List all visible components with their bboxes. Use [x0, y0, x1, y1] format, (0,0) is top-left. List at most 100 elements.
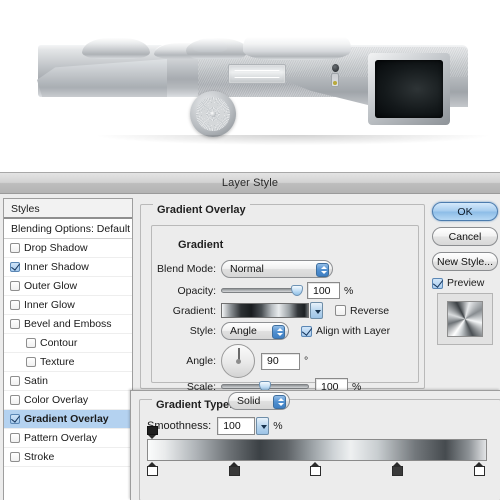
sidebar-item-texture[interactable]: Texture [4, 353, 132, 372]
slider-track [221, 288, 301, 293]
checkbox-align-with-layer[interactable] [301, 325, 312, 337]
camera-led-indicator [331, 73, 339, 87]
gradient-editor-panel: Gradient Type: Solid Smoothness: 100 % [130, 390, 500, 500]
sidebar-item-label: Outer Glow [24, 279, 78, 292]
blend-mode-value: Normal [230, 263, 264, 275]
stop-swatch [474, 466, 485, 476]
camera-shutter-center [210, 111, 216, 117]
color-stop[interactable] [147, 462, 158, 476]
checkbox-color-overlay[interactable] [10, 395, 20, 405]
gradient-picker-button[interactable] [310, 302, 323, 319]
checkbox-bevel-and-emboss[interactable] [10, 319, 20, 329]
sidebar-item-label: Satin [24, 374, 48, 387]
dialog-body: Styles Blending Options: Default Drop Sh… [0, 194, 500, 500]
angle-value: 90 [267, 355, 279, 367]
stop-swatch [392, 466, 403, 476]
angle-row: Angle: 90 ° [150, 344, 350, 378]
stop-swatch [147, 426, 158, 435]
sidebar-item-label: Pattern Overlay [24, 431, 97, 444]
dialog-titlebar[interactable]: Layer Style [0, 173, 500, 194]
updown-arrows-icon[interactable] [273, 395, 286, 409]
camera-engraved-panel [228, 64, 286, 84]
sidebar-item-contour[interactable]: Contour [4, 334, 132, 353]
opacity-input[interactable]: 100 [307, 282, 340, 299]
color-stop[interactable] [392, 462, 403, 476]
checkbox-outer-glow[interactable] [10, 281, 20, 291]
reverse-checkbox-group[interactable]: Reverse [335, 305, 389, 317]
styles-header: Styles [4, 199, 132, 219]
gradient-type-label: Gradient Type: [152, 399, 237, 411]
sidebar-item-pattern-overlay[interactable]: Pattern Overlay [4, 429, 132, 448]
style-select[interactable]: Angle [221, 322, 289, 340]
sidebar-item-gradient-overlay[interactable]: Gradient Overlay [4, 410, 132, 429]
sidebar-item-label: Inner Shadow [24, 260, 89, 273]
sidebar-item-drop-shadow[interactable]: Drop Shadow [4, 239, 132, 258]
checkbox-reverse[interactable] [335, 305, 346, 316]
blend-mode-select[interactable]: Normal [221, 260, 333, 278]
color-stop[interactable] [229, 462, 240, 476]
smoothness-dropdown-button[interactable] [256, 417, 270, 435]
sidebar-item-label: Inner Glow [24, 298, 75, 311]
slider-knob[interactable] [291, 284, 303, 296]
color-stop[interactable] [474, 462, 485, 476]
camera-port-hole [332, 64, 339, 72]
sidebar-item-inner-glow[interactable]: Inner Glow [4, 296, 132, 315]
opacity-stop[interactable] [147, 426, 158, 439]
checkbox-pattern-overlay[interactable] [10, 433, 20, 443]
checkbox-inner-shadow[interactable] [10, 262, 20, 272]
gradient-ramp[interactable] [147, 439, 487, 461]
checkbox-inner-glow[interactable] [10, 300, 20, 310]
style-label: Style: [189, 325, 216, 337]
angle-dial[interactable] [221, 344, 255, 378]
opacity-slider[interactable] [221, 284, 303, 298]
camera-drop-shadow [98, 135, 488, 145]
sidebar-item-stroke[interactable]: Stroke [4, 448, 132, 467]
gradient-type-select[interactable]: Solid [228, 392, 290, 410]
updown-arrows-icon[interactable] [316, 263, 329, 277]
sidebar-item-label: Bevel and Emboss [24, 317, 112, 330]
preview-label: Preview [447, 277, 485, 289]
sidebar-item-satin[interactable]: Satin [4, 372, 132, 391]
sidebar-item-label: Texture [40, 355, 75, 368]
gradient-type-value: Solid [237, 395, 261, 407]
sidebar-item-label: Drop Shadow [24, 241, 88, 254]
gradient-ramp-editor[interactable] [147, 426, 487, 476]
sidebar-item-bevel-and-emboss[interactable]: Bevel and Emboss [4, 315, 132, 334]
sidebar-item-outer-glow[interactable]: Outer Glow [4, 277, 132, 296]
sidebar-item-label: Color Overlay [24, 393, 89, 406]
smoothness-value: 100 [223, 420, 241, 432]
align-with-layer-group[interactable]: Align with Layer [301, 325, 390, 337]
preview-checkbox-group[interactable]: Preview [432, 277, 498, 289]
checkbox-satin[interactable] [10, 376, 20, 386]
color-stop[interactable] [310, 462, 321, 476]
angle-input[interactable]: 90 [261, 352, 300, 370]
checkbox-stroke[interactable] [10, 452, 20, 462]
checkbox-texture[interactable] [26, 357, 36, 367]
new-style-button[interactable]: New Style... [432, 252, 498, 271]
reverse-label: Reverse [350, 304, 390, 317]
opacity-unit: % [344, 284, 354, 297]
stop-swatch [147, 466, 158, 476]
gradient-preview-swatch[interactable] [221, 303, 309, 318]
blend-mode-row: Blend Mode: Normal [150, 260, 350, 278]
sidebar-item-label: Stroke [24, 450, 55, 463]
ok-button[interactable]: OK [432, 202, 498, 221]
gradient-type-row: Solid [228, 392, 290, 410]
checkbox-preview[interactable] [432, 277, 443, 289]
dialog-buttons: OK Cancel New Style... Preview [432, 202, 498, 345]
updown-arrows-icon[interactable] [272, 325, 285, 339]
preview-thumbnail-box [437, 293, 493, 345]
smoothness-input[interactable]: 100 [217, 417, 256, 435]
angle-dial-hub [236, 359, 241, 364]
preview-thumbnail [447, 301, 483, 337]
sidebar-item-inner-shadow[interactable]: Inner Shadow [4, 258, 132, 277]
checkbox-drop-shadow[interactable] [10, 243, 20, 253]
styles-list-panel[interactable]: Styles Blending Options: Default Drop Sh… [3, 198, 133, 500]
opacity-label: Opacity: [177, 284, 216, 297]
camera-dial-knob [193, 38, 227, 52]
checkbox-contour[interactable] [26, 338, 36, 348]
blending-options-row[interactable]: Blending Options: Default [4, 219, 132, 239]
sidebar-item-color-overlay[interactable]: Color Overlay [4, 391, 132, 410]
checkbox-gradient-overlay[interactable] [10, 414, 20, 424]
cancel-button[interactable]: Cancel [432, 227, 498, 246]
